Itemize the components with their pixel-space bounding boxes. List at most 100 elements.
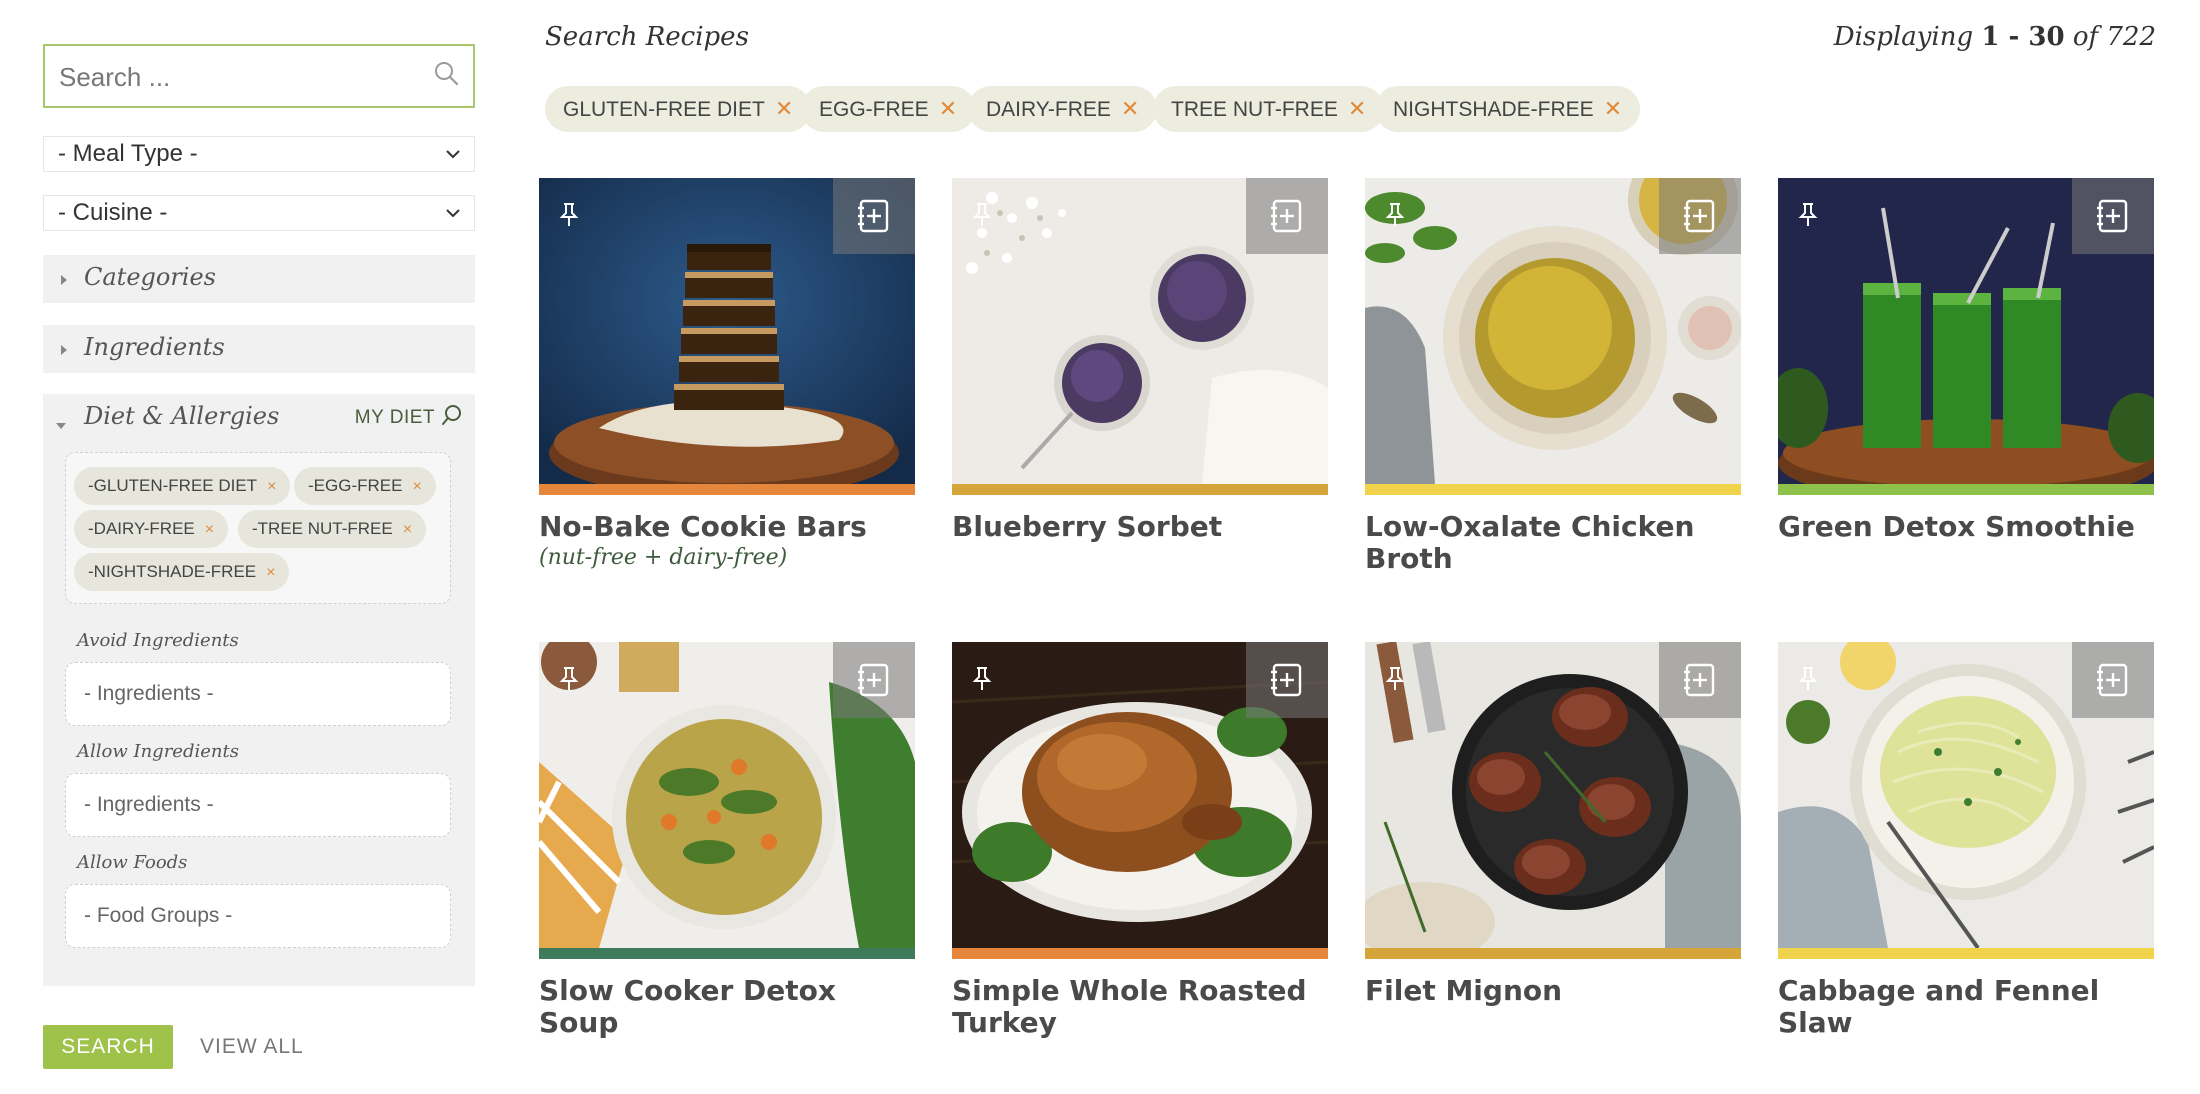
- add-to-plan-button[interactable]: [1659, 178, 1741, 254]
- recipe-image[interactable]: [539, 642, 915, 948]
- recipe-title[interactable]: Slow Cooker Detox Soup: [539, 975, 915, 1039]
- category-color-bar: [539, 948, 915, 959]
- recipe-card[interactable]: Cabbage and Fennel Slaw: [1778, 642, 2154, 1039]
- remove-chip-icon[interactable]: ×: [266, 564, 275, 581]
- add-to-plan-button[interactable]: [1246, 178, 1328, 254]
- recipe-image[interactable]: [1778, 178, 2154, 484]
- category-color-bar: [952, 948, 1328, 959]
- allow-ingredients-input[interactable]: - Ingredients -: [65, 773, 451, 837]
- recipe-image[interactable]: [539, 178, 915, 484]
- recipe-title[interactable]: Blueberry Sorbet: [952, 511, 1328, 543]
- add-note-icon: [1684, 663, 1715, 697]
- allow-foods-input[interactable]: - Food Groups -: [65, 884, 451, 948]
- close-icon[interactable]: ✕: [1604, 96, 1622, 121]
- filter-chip-label: DAIRY-FREE: [986, 98, 1111, 121]
- recipe-card[interactable]: No-Bake Cookie Bars (nut-free + dairy-fr…: [539, 178, 915, 570]
- category-color-bar: [1778, 948, 2154, 959]
- remove-chip-icon[interactable]: ×: [412, 478, 421, 495]
- remove-chip-icon[interactable]: ×: [267, 478, 276, 495]
- recipe-card[interactable]: Blueberry Sorbet: [952, 178, 1328, 543]
- diet-chip: -TREE NUT-FREE ×: [238, 510, 427, 548]
- add-note-icon: [858, 199, 889, 233]
- search-box: [43, 44, 475, 108]
- add-note-icon: [1271, 199, 1302, 233]
- diet-chip-label: -EGG-FREE: [308, 476, 403, 495]
- recipe-card[interactable]: Green Detox Smoothie: [1778, 178, 2154, 543]
- recipe-title[interactable]: Low-Oxalate Chicken Broth: [1365, 511, 1741, 575]
- add-to-plan-button[interactable]: [2072, 642, 2154, 718]
- my-diet-button[interactable]: MY DIET: [355, 404, 463, 432]
- add-to-plan-button[interactable]: [2072, 178, 2154, 254]
- pin-icon[interactable]: [1385, 666, 1405, 697]
- page-title: Search Recipes: [545, 22, 749, 52]
- cuisine-value: - Cuisine -: [58, 199, 168, 226]
- diet-chip-box: -GLUTEN-FREE DIET × -EGG-FREE × -DAIRY-FRE…: [65, 452, 451, 604]
- category-color-bar: [539, 484, 915, 495]
- filter-chip-label: GLUTEN-FREE DIET: [563, 98, 765, 121]
- add-to-plan-button[interactable]: [833, 178, 915, 254]
- add-to-plan-button[interactable]: [1246, 642, 1328, 718]
- pin-icon[interactable]: [1798, 666, 1818, 697]
- filter-chip: NIGHTSHADE-FREE ✕: [1375, 86, 1641, 132]
- triangle-right-icon: [59, 343, 69, 361]
- recipe-card[interactable]: Low-Oxalate Chicken Broth: [1365, 178, 1741, 575]
- recipe-title[interactable]: Simple Whole Roasted Turkey: [952, 975, 1328, 1039]
- filter-chip: EGG-FREE ✕: [801, 86, 976, 132]
- recipe-card[interactable]: Filet Mignon: [1365, 642, 1741, 1007]
- close-icon[interactable]: ✕: [1348, 96, 1366, 121]
- close-icon[interactable]: ✕: [939, 96, 957, 121]
- chevron-down-icon: [442, 200, 464, 236]
- recipe-title[interactable]: Green Detox Smoothie: [1778, 511, 2154, 543]
- diet-chip-label: -GLUTEN-FREE DIET: [88, 476, 258, 495]
- my-diet-label: MY DIET: [354, 407, 435, 428]
- accordion-label[interactable]: Diet & Allergies: [84, 402, 279, 430]
- add-note-icon: [2097, 199, 2128, 233]
- search-input[interactable]: [59, 60, 419, 94]
- search-button[interactable]: SEARCH: [43, 1025, 173, 1069]
- accordion-diet-allergies: Diet & Allergies MY DIET -GLUTEN-FREE DI…: [43, 394, 475, 986]
- recipe-image[interactable]: [1365, 642, 1741, 948]
- filter-chip: TREE NUT-FREE ✕: [1153, 86, 1385, 132]
- recipe-image[interactable]: [1365, 178, 1741, 484]
- remove-chip-icon[interactable]: ×: [403, 521, 412, 538]
- add-to-plan-button[interactable]: [833, 642, 915, 718]
- close-icon[interactable]: ✕: [775, 96, 793, 121]
- recipe-image[interactable]: [952, 178, 1328, 484]
- accordion-label: Categories: [84, 263, 216, 291]
- recipe-card[interactable]: Simple Whole Roasted Turkey: [952, 642, 1328, 1039]
- recipe-image[interactable]: [952, 642, 1328, 948]
- close-icon[interactable]: ✕: [1121, 96, 1139, 121]
- view-all-button[interactable]: VIEW ALL: [200, 1025, 304, 1069]
- meal-type-select[interactable]: - Meal Type -: [43, 136, 475, 172]
- recipe-title[interactable]: No-Bake Cookie Bars: [539, 511, 915, 543]
- results-prefix: Displaying: [1833, 22, 1974, 52]
- add-note-icon: [2097, 663, 2128, 697]
- recipe-title[interactable]: Cabbage and Fennel Slaw: [1778, 975, 2154, 1039]
- cuisine-select[interactable]: - Cuisine -: [43, 195, 475, 231]
- pin-icon[interactable]: [559, 666, 579, 697]
- search-icon: [441, 404, 463, 432]
- pin-icon[interactable]: [972, 666, 992, 697]
- search-icon[interactable]: [433, 60, 459, 91]
- triangle-down-icon[interactable]: [55, 418, 67, 436]
- accordion-categories[interactable]: Categories: [43, 255, 475, 303]
- add-note-icon: [1271, 663, 1302, 697]
- remove-chip-icon[interactable]: ×: [205, 521, 214, 538]
- category-color-bar: [952, 484, 1328, 495]
- diet-chip: -NIGHTSHADE-FREE ×: [74, 553, 290, 591]
- add-to-plan-button[interactable]: [1659, 642, 1741, 718]
- recipe-title[interactable]: Filet Mignon: [1365, 975, 1741, 1007]
- recipe-image[interactable]: [1778, 642, 2154, 948]
- allow-foods-label: Allow Foods: [77, 852, 188, 873]
- pin-icon[interactable]: [1385, 202, 1405, 233]
- filter-chip-label: EGG-FREE: [819, 98, 929, 121]
- accordion-ingredients[interactable]: Ingredients: [43, 325, 475, 373]
- pin-icon[interactable]: [559, 202, 579, 233]
- pin-icon[interactable]: [972, 202, 992, 233]
- recipe-card[interactable]: Slow Cooker Detox Soup: [539, 642, 915, 1039]
- avoid-ingredients-input[interactable]: - Ingredients -: [65, 662, 451, 726]
- triangle-right-icon: [59, 273, 69, 291]
- pin-icon[interactable]: [1798, 202, 1818, 233]
- filter-chip-label: TREE NUT-FREE: [1171, 98, 1338, 121]
- results-range: 1 - 30: [1981, 22, 2065, 52]
